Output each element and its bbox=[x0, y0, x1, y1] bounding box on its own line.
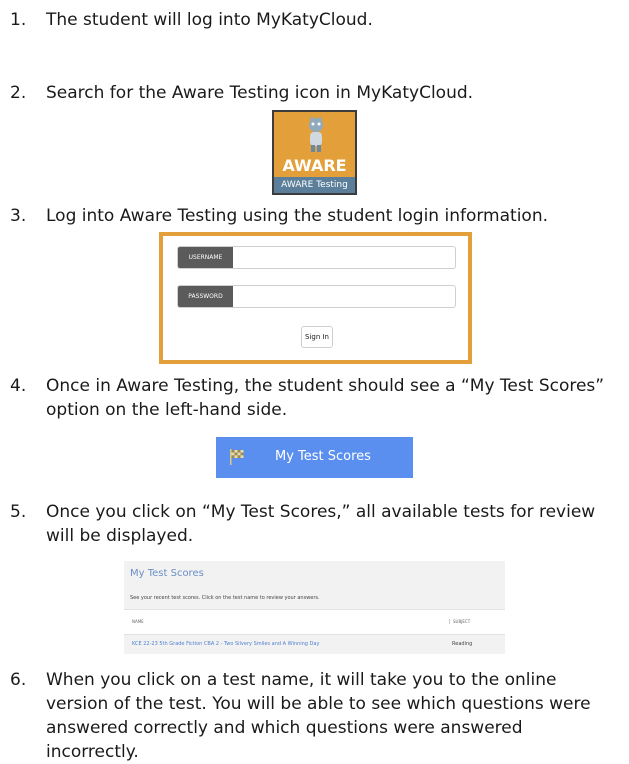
checkered-flag-icon bbox=[230, 449, 244, 465]
panel-title: My Test Scores bbox=[130, 568, 204, 579]
column-header-subject: SUBJECT bbox=[449, 619, 470, 624]
password-label: PASSWORD bbox=[178, 286, 233, 307]
step-number: 5. bbox=[10, 502, 27, 522]
password-field[interactable]: PASSWORD bbox=[177, 285, 456, 308]
my-test-scores-label: My Test Scores bbox=[275, 449, 371, 464]
test-scores-panel: My Test Scores See your recent test scor… bbox=[124, 561, 505, 654]
table-header: NAME SUBJECT bbox=[124, 609, 505, 635]
step-number: 4. bbox=[10, 376, 27, 396]
step-number: 6. bbox=[10, 670, 27, 690]
aware-logo-text: AWARE bbox=[282, 156, 347, 175]
panel-description: See your recent test scores. Click on th… bbox=[130, 595, 320, 601]
step-text: Search for the Aware Testing icon in MyK… bbox=[46, 83, 474, 103]
sign-in-button[interactable]: Sign In bbox=[301, 326, 333, 348]
column-header-name: NAME bbox=[132, 619, 144, 624]
step-text: Once in Aware Testing, the student shoul… bbox=[46, 376, 605, 420]
step-text: Log into Aware Testing using the student… bbox=[46, 206, 548, 226]
step-text: Once you click on “My Test Scores,” all … bbox=[46, 502, 596, 546]
test-name-link[interactable]: KCE 22-23 5th Grade Fiction CBA 2 - Two … bbox=[132, 641, 319, 647]
step-number: 2. bbox=[10, 83, 27, 103]
username-label: USERNAME bbox=[178, 247, 233, 268]
my-test-scores-button[interactable]: My Test Scores bbox=[216, 437, 413, 478]
mascot-icon bbox=[309, 116, 323, 152]
aware-testing-app-icon[interactable]: AWARE AWARE Testing bbox=[272, 110, 357, 195]
step-text: The student will log into MyKatyCloud. bbox=[46, 10, 373, 30]
test-subject: Reading bbox=[452, 641, 473, 647]
step-text: When you click on a test name, it will t… bbox=[46, 670, 591, 762]
login-form: USERNAME PASSWORD Sign In bbox=[159, 232, 472, 364]
aware-icon-caption: AWARE Testing bbox=[274, 177, 355, 193]
username-field[interactable]: USERNAME bbox=[177, 246, 456, 269]
step-number: 1. bbox=[10, 10, 27, 30]
step-number: 3. bbox=[10, 206, 27, 226]
